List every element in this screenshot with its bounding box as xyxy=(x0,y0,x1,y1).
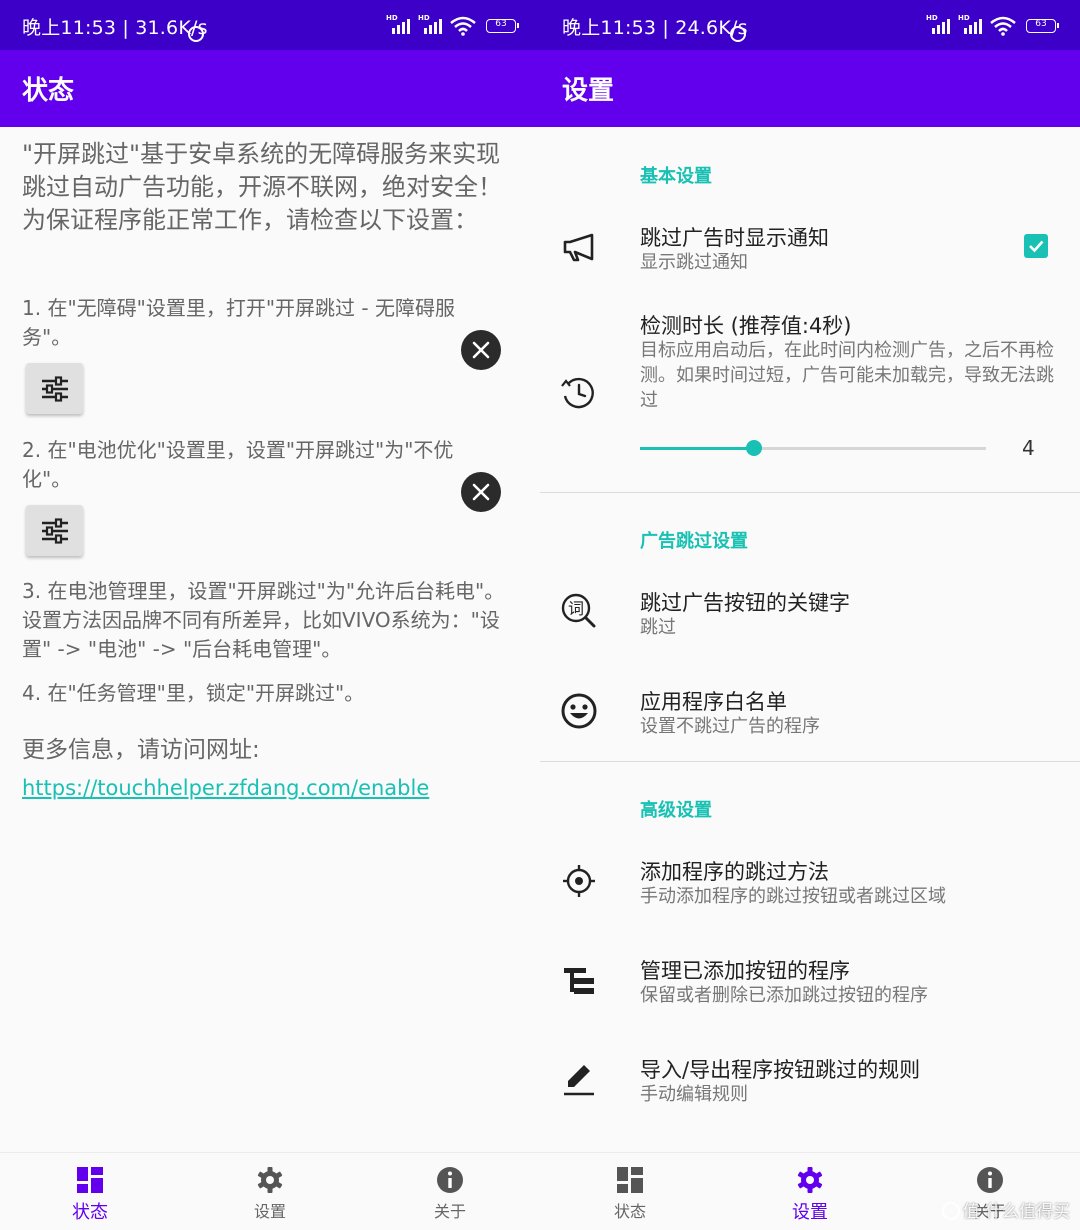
step-1-text: 1. 在"无障碍"设置里，打开"开屏跳过 - 无障碍服务"。 xyxy=(22,296,455,349)
pref-summary: 显示跳过通知 xyxy=(640,252,748,273)
step-3-text: 3. 在电池管理里，设置"开屏跳过"为"允许后台耗电"。设置方法因品牌不同有所差… xyxy=(22,579,505,661)
pref-title: 添加程序的跳过方法 xyxy=(640,860,829,884)
intro-text: "开屏跳过"基于安卓系统的无障碍服务来实现跳过自动广告功能，开源不联网，绝对安全… xyxy=(22,140,502,234)
category-ad-skip: 广告跳过设置 xyxy=(640,531,748,552)
slider-fill xyxy=(640,447,755,450)
status-bar: 晚上11:53 | 24.6K/s HD HD 63 xyxy=(540,0,1080,50)
signal-icon: HD xyxy=(386,14,412,36)
keyword-search-icon: 词 xyxy=(560,592,598,630)
slider-value: 4 xyxy=(1022,436,1035,460)
category-advanced: 高级设置 xyxy=(640,800,712,821)
nav-label: 设置 xyxy=(792,1202,828,1223)
divider xyxy=(540,492,1080,493)
tree-list-icon xyxy=(560,962,598,1000)
status-bar: 晚上11:53 | 31.6K/s HD HD 63 xyxy=(0,0,540,50)
watermark-text: 值 什么值得买 xyxy=(962,1202,1070,1222)
step-2-text: 2. 在"电池优化"设置里，设置"开屏跳过"为"不优化"。 xyxy=(22,438,454,491)
pref-summary: 目标应用启动后，在此时间内检测广告，之后不再检测。如果时间过短，广告可能未加载完… xyxy=(640,340,1054,411)
dashboard-icon xyxy=(75,1165,105,1195)
nav-label: 状态 xyxy=(72,1202,108,1223)
slider-thumb[interactable] xyxy=(746,440,763,456)
signal-icon: HD xyxy=(958,14,984,36)
nav-label: 状态 xyxy=(613,1202,646,1221)
close-icon xyxy=(461,472,501,512)
more-info-text: 更多信息，请访问网址: xyxy=(22,737,260,763)
megaphone-icon xyxy=(560,228,598,266)
settings-screen: 晚上11:53 | 24.6K/s HD HD 63 设置 基本设置 跳过广告时… xyxy=(540,0,1080,1230)
status-icons: HD HD 63 xyxy=(386,14,519,36)
pencil-icon xyxy=(560,1060,598,1098)
category-basic: 基本设置 xyxy=(640,166,712,187)
watermark-logo-icon xyxy=(941,1202,960,1220)
nav-about[interactable]: 关于 xyxy=(360,1153,540,1230)
nav-status[interactable]: 状态 xyxy=(540,1153,720,1230)
nav-label: 设置 xyxy=(253,1202,286,1221)
battery-level: 63 xyxy=(1035,19,1047,29)
tune-icon xyxy=(41,375,68,402)
nav-label: 关于 xyxy=(433,1202,466,1221)
pref-title: 管理已添加按钮的程序 xyxy=(640,959,850,983)
step-4-text: 4. 在"任务管理"里，锁定"开屏跳过"。 xyxy=(22,681,365,705)
pref-title: 跳过广告按钮的关键字 xyxy=(640,591,850,615)
alarm-icon xyxy=(188,26,204,42)
timer-icon xyxy=(560,374,598,412)
crosshair-icon xyxy=(560,862,598,900)
notify-checkbox[interactable] xyxy=(1024,234,1048,258)
status-screen: 晚上11:53 | 31.6K/s HD HD 63 状态 "开屏跳过"基于安卓… xyxy=(0,0,540,1230)
pref-summary: 保留或者删除已添加跳过按钮的程序 xyxy=(640,985,928,1006)
gear-icon xyxy=(795,1165,825,1195)
pref-title: 跳过广告时显示通知 xyxy=(640,226,829,250)
status-icons: HD HD 63 xyxy=(926,14,1059,36)
pref-summary: 手动编辑规则 xyxy=(640,1084,748,1105)
gear-icon xyxy=(255,1165,285,1195)
signal-icon: HD xyxy=(418,14,444,36)
divider xyxy=(540,761,1080,762)
pref-summary: 设置不跳过广告的程序 xyxy=(640,716,820,737)
battery-icon: 63 xyxy=(486,19,519,33)
info-icon xyxy=(435,1165,465,1195)
close-icon xyxy=(461,330,501,370)
nav-settings[interactable]: 设置 xyxy=(720,1153,900,1230)
info-link[interactable]: https://touchhelper.zfdang.com/enable xyxy=(22,776,429,800)
duration-slider[interactable] xyxy=(640,440,986,456)
battery-optimization-button[interactable] xyxy=(26,505,83,556)
nav-status[interactable]: 状态 xyxy=(0,1153,180,1230)
status-time: 晚上11:53 | 31.6K/s xyxy=(22,17,208,39)
accessibility-settings-button[interactable] xyxy=(26,363,83,414)
pref-title: 检测时长 (推荐值:4秒) xyxy=(640,314,852,338)
bottom-nav: 状态 设置 关于 xyxy=(0,1152,540,1230)
pref-summary: 跳过 xyxy=(640,617,676,638)
pref-title: 应用程序白名单 xyxy=(640,690,787,714)
watermark: 值 什么值得买 xyxy=(941,1197,1070,1222)
smiley-icon xyxy=(560,692,598,730)
battery-level: 63 xyxy=(495,19,507,29)
wifi-icon xyxy=(990,16,1016,36)
signal-icon: HD xyxy=(926,14,952,36)
status-time: 晚上11:53 | 24.6K/s xyxy=(562,17,748,39)
screenshot-pair: 晚上11:53 | 31.6K/s HD HD 63 状态 "开屏跳过"基于安卓… xyxy=(0,0,1080,1230)
info-icon xyxy=(975,1165,1005,1195)
app-toolbar: 设置 xyxy=(540,50,1080,127)
pref-title: 导入/导出程序按钮跳过的规则 xyxy=(640,1058,921,1082)
pref-summary: 手动添加程序的跳过按钮或者跳过区域 xyxy=(640,886,946,907)
wifi-icon xyxy=(450,16,476,36)
page-title: 状态 xyxy=(22,76,75,106)
svg-text:词: 词 xyxy=(568,599,584,618)
app-toolbar: 状态 xyxy=(0,50,540,127)
battery-icon: 63 xyxy=(1026,19,1059,33)
alarm-icon xyxy=(730,26,746,42)
dashboard-icon xyxy=(615,1165,645,1195)
nav-settings[interactable]: 设置 xyxy=(180,1153,360,1230)
page-title: 设置 xyxy=(562,76,615,106)
tune-icon xyxy=(41,517,68,544)
